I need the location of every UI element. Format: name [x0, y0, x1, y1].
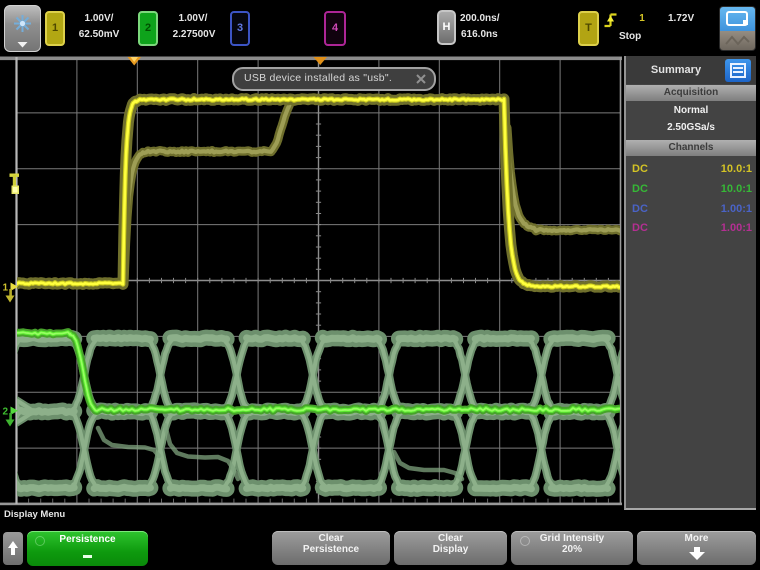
- svg-text:2: 2: [3, 407, 9, 418]
- svg-text:1: 1: [3, 283, 9, 294]
